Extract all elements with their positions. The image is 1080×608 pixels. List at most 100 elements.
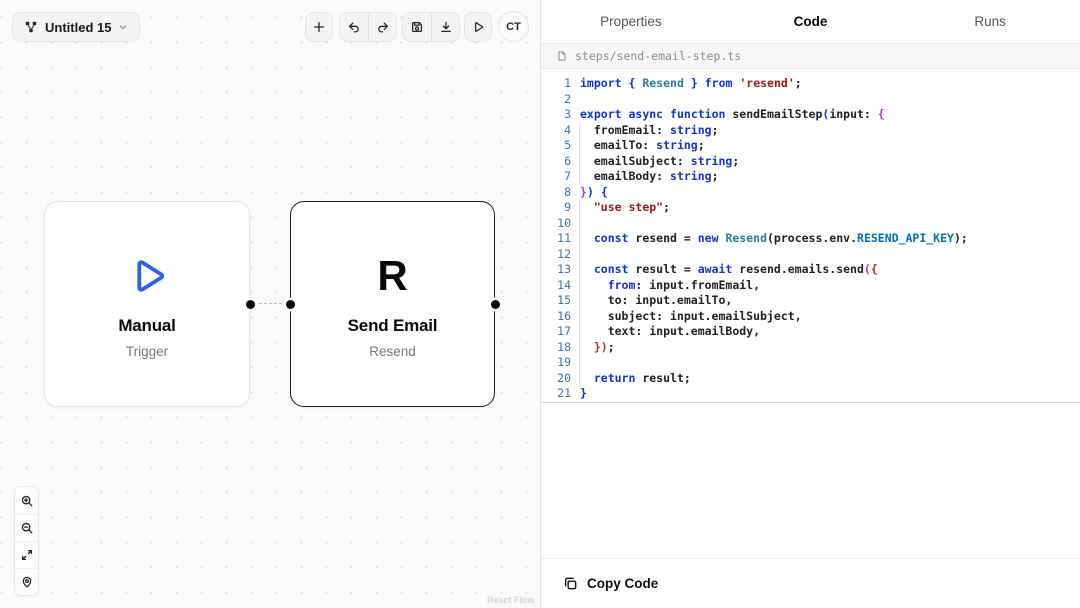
line-number: 4 (541, 123, 571, 139)
code-line: 18 }); (541, 340, 1080, 356)
code-text: import { Resend } from 'resend'; (580, 76, 802, 92)
panel-tabs: PropertiesCodeRuns (541, 0, 1080, 44)
user-avatar[interactable]: CT (498, 11, 529, 42)
line-number: 5 (541, 138, 571, 154)
redo-button[interactable] (368, 13, 396, 41)
file-icon (556, 50, 568, 62)
code-line: 14 from: input.fromEmail, (541, 278, 1080, 294)
code-line: 6 emailSubject: string; (541, 154, 1080, 170)
fit-view-button[interactable] (15, 541, 38, 568)
code-text: const resend = new Resend(process.env.RE… (579, 231, 968, 247)
code-text: export async function sendEmailStep(inpu… (580, 107, 885, 123)
code-line: 10 (541, 216, 1080, 232)
line-number: 18 (541, 340, 571, 356)
line-number: 15 (541, 293, 571, 309)
line-number: 13 (541, 262, 571, 278)
code-text (579, 216, 580, 232)
code-text: const result = await resend.emails.send(… (579, 262, 878, 278)
line-number: 9 (541, 200, 571, 216)
code-line: 2 (541, 92, 1080, 108)
undo-button[interactable] (340, 13, 368, 41)
node-title: Manual (118, 316, 175, 336)
code-text (579, 355, 580, 371)
code-text: } (580, 386, 587, 402)
run-workflow-button[interactable] (464, 12, 492, 42)
focus-button[interactable] (15, 568, 38, 595)
redo-icon (376, 20, 390, 34)
code-line: 13 const result = await resend.emails.se… (541, 262, 1080, 278)
code-line: 3 export async function sendEmailStep(inp… (541, 107, 1080, 123)
code-line: 8 }) { (541, 185, 1080, 201)
code-editor[interactable]: 1 import { Resend } from 'resend'; 23 expor… (541, 69, 1080, 402)
code-text: to: input.emailTo, (579, 293, 732, 309)
workflow-icon (24, 20, 38, 34)
handle-sendemail-source[interactable] (491, 300, 500, 309)
toolbar-group (402, 12, 460, 42)
code-line: 1 import { Resend } from 'resend'; (541, 76, 1080, 92)
toolbar-group (339, 12, 397, 42)
edge-manual-to-sendemail (254, 303, 287, 304)
code-text: }) { (580, 185, 608, 201)
line-number: 8 (541, 185, 571, 201)
code-line: 11 const resend = new Resend(process.env… (541, 231, 1080, 247)
code-text: }); (579, 340, 615, 356)
code-line: 12 (541, 247, 1080, 263)
code-line: 20 return result; (541, 371, 1080, 387)
handle-sendemail-target[interactable] (286, 300, 295, 309)
save-button[interactable] (403, 13, 431, 41)
line-number: 1 (541, 76, 571, 92)
download-icon (439, 20, 453, 34)
copy-code-bar: Copy Code (541, 558, 1080, 608)
chevron-down-icon (118, 22, 128, 32)
zoom-in-icon (20, 494, 34, 508)
code-text: text: input.emailBody, (579, 324, 760, 340)
copy-code-button[interactable]: Copy Code (563, 576, 658, 591)
download-button[interactable] (431, 13, 459, 41)
focus-pin-icon (20, 575, 34, 589)
code-text: subject: input.emailSubject, (579, 309, 802, 325)
node-send-email[interactable]: R Send Email Resend (290, 201, 495, 407)
add-node-button[interactable] (305, 12, 333, 42)
workflow-canvas[interactable]: Untitled 15 CT Manual Trigger R Send Ema… (0, 0, 540, 608)
canvas-zoom-controls (14, 486, 39, 596)
code-line: 9 "use step"; (541, 200, 1080, 216)
code-text: return result; (579, 371, 691, 387)
zoom-out-button[interactable] (15, 514, 38, 541)
zoom-in-button[interactable] (15, 487, 38, 514)
tab-runs[interactable]: Runs (900, 14, 1080, 29)
node-subtitle: Resend (369, 344, 416, 359)
zoom-out-icon (20, 521, 34, 535)
code-line: 7 emailBody: string; (541, 169, 1080, 185)
line-number: 3 (541, 107, 571, 123)
code-line: 21} (541, 386, 1080, 402)
file-path: steps/send-email-step.ts (575, 49, 741, 63)
node-manual-trigger[interactable]: Manual Trigger (44, 201, 250, 407)
code-line: 19 (541, 355, 1080, 371)
file-path-bar: steps/send-email-step.ts (541, 44, 1080, 69)
code-text (579, 247, 580, 263)
code-text: from: input.fromEmail, (579, 278, 760, 294)
workflow-name-button[interactable]: Untitled 15 (12, 12, 140, 42)
copy-code-label: Copy Code (587, 576, 658, 591)
line-number: 2 (541, 92, 571, 108)
workflow-name-label: Untitled 15 (45, 20, 111, 35)
line-number: 17 (541, 324, 571, 340)
code-line: 5 emailTo: string; (541, 138, 1080, 154)
save-icon (410, 20, 424, 34)
code-text: emailBody: string; (579, 169, 719, 185)
code-text: emailTo: string; (579, 138, 705, 154)
undo-icon (347, 20, 361, 34)
node-title: Send Email (348, 316, 438, 336)
line-number: 21 (541, 386, 571, 402)
handle-manual-source[interactable] (246, 300, 255, 309)
line-number: 10 (541, 216, 571, 232)
tab-properties[interactable]: Properties (541, 14, 721, 29)
tab-code[interactable]: Code (721, 14, 901, 29)
trigger-play-icon (124, 250, 170, 302)
line-number: 12 (541, 247, 571, 263)
play-icon (471, 20, 485, 34)
line-number: 16 (541, 309, 571, 325)
fit-view-icon (20, 548, 34, 562)
line-number: 6 (541, 154, 571, 170)
line-number: 19 (541, 355, 571, 371)
